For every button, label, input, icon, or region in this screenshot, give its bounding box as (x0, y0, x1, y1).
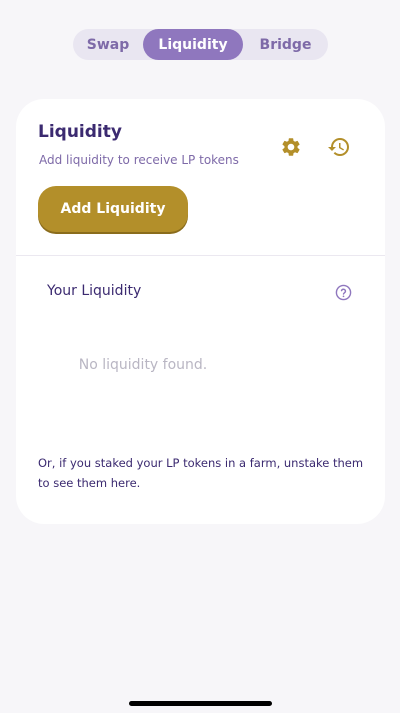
card-title: Liquidity (38, 122, 122, 142)
help-button[interactable] (334, 283, 352, 301)
unstake-note: Or, if you staked your LP tokens in a fa… (38, 456, 364, 490)
tab-swap[interactable]: Swap (73, 29, 143, 60)
home-indicator (129, 701, 272, 706)
gear-icon (282, 138, 300, 156)
card-subtitle: Add liquidity to receive LP tokens (39, 153, 239, 167)
question-circle-icon (335, 284, 351, 300)
divider (16, 255, 385, 256)
your-liquidity-heading: Your Liquidity (47, 283, 142, 299)
settings-button[interactable] (277, 133, 305, 161)
tab-bridge[interactable]: Bridge (243, 29, 328, 60)
empty-state-message: No liquidity found. (78, 357, 208, 373)
history-icon (328, 138, 349, 156)
history-button[interactable] (325, 133, 353, 161)
liquidity-card: Liquidity Add liquidity to receive LP to… (16, 99, 385, 524)
page-tabs: Swap Liquidity Bridge (73, 29, 328, 60)
add-liquidity-button[interactable]: Add Liquidity (38, 186, 188, 232)
tab-liquidity[interactable]: Liquidity (143, 29, 243, 60)
